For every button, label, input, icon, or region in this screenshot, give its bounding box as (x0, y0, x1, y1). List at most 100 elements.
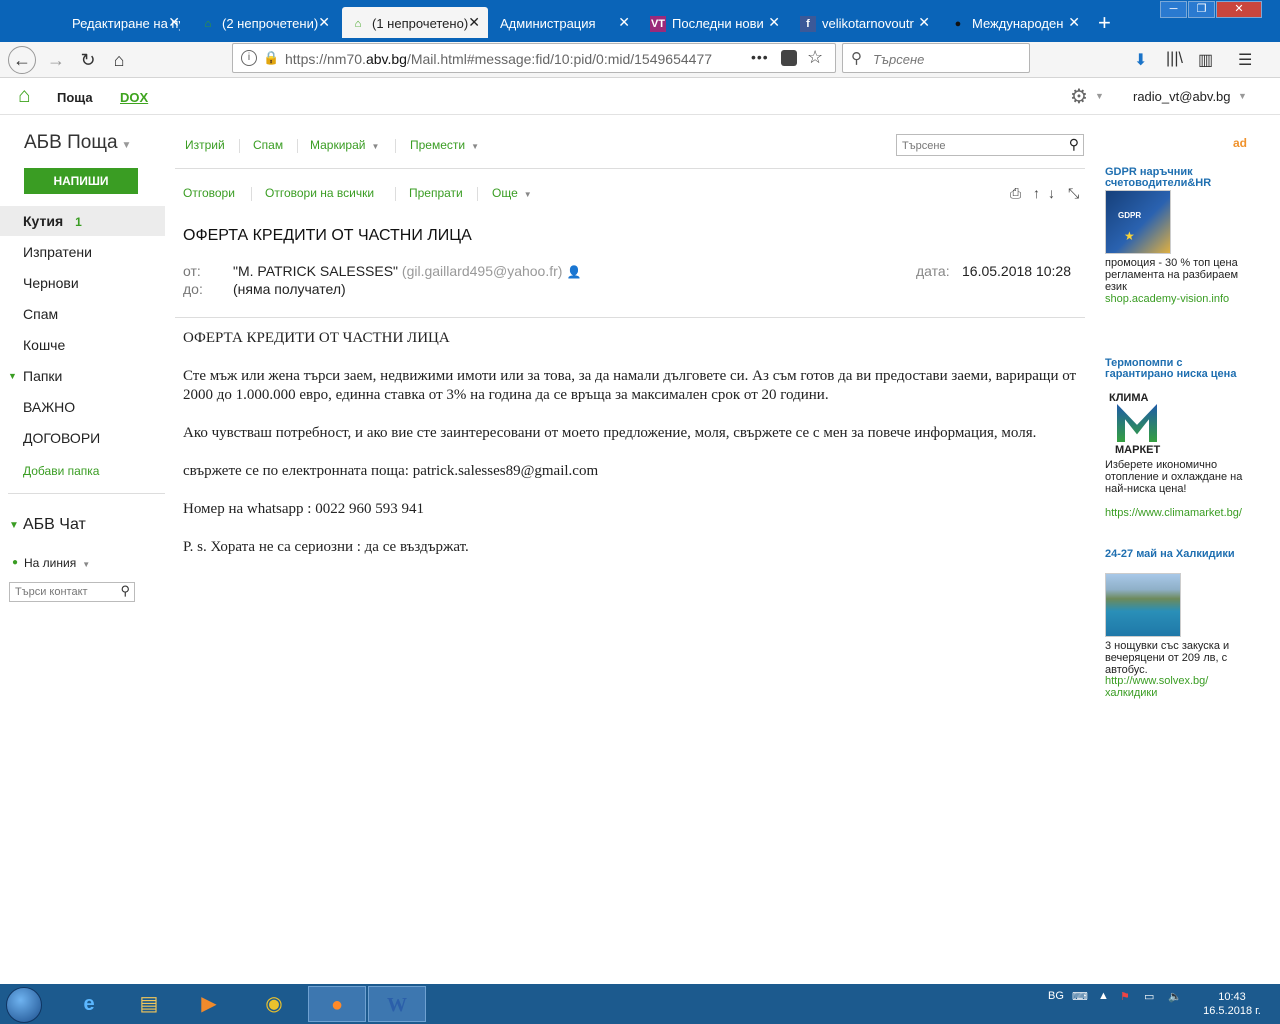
minimize-button[interactable]: ─ (1160, 1, 1187, 18)
search-icon[interactable]: ⚲ (120, 583, 130, 599)
move-dropdown[interactable]: Премести ▼ (410, 138, 479, 152)
url-bar[interactable]: i 🔒 https://nm70.abv.bg/Mail.html#messag… (232, 43, 836, 73)
download-icon[interactable]: ⬇ (1134, 50, 1147, 70)
new-tab-button[interactable]: + (1092, 7, 1122, 38)
dox-link[interactable]: DOX (120, 90, 148, 105)
search-icon[interactable]: ⚲ (1069, 136, 1079, 153)
tab-latest-news[interactable]: VT Последни нови ✕ (642, 7, 788, 38)
forward-button[interactable]: Препрати (409, 186, 463, 200)
ad-choices-icon[interactable]: ad (1233, 136, 1247, 150)
abv-chat-title[interactable]: АБВ Чат (23, 516, 86, 534)
mark-dropdown[interactable]: Маркирай ▼ (310, 138, 379, 152)
reply-all-button[interactable]: Отговори на всички (265, 186, 374, 200)
maximize-button[interactable]: ❐ (1188, 1, 1215, 18)
tab-close-icon[interactable]: ✕ (618, 7, 630, 38)
folder-spam[interactable]: Спам (0, 299, 165, 329)
system-clock[interactable]: 10:43 16.5.2018 г. (1194, 990, 1270, 1018)
tab-edit-publication[interactable]: Редактиране на пуб✕ (42, 7, 188, 38)
folder-sent[interactable]: Изпратени (0, 237, 165, 267)
ad-link[interactable]: https://www.climamarket.bg/ (1105, 507, 1245, 519)
ad-title[interactable]: Термопомпи с гарантирано ниска цена (1105, 358, 1245, 380)
ad-title[interactable]: GDPR наръчник счетоводители&HR (1105, 167, 1245, 189)
pocket-icon[interactable] (781, 50, 797, 66)
next-message-icon[interactable]: ↓ (1048, 185, 1055, 201)
tab-close-icon[interactable]: ✕ (918, 7, 930, 38)
internet-explorer-icon[interactable]: e (60, 986, 118, 1022)
info-icon[interactable]: i (241, 50, 257, 66)
divider (477, 187, 478, 201)
expand-triangle-icon[interactable]: ▼ (9, 520, 19, 531)
gear-icon[interactable]: ⚙ (1070, 84, 1088, 109)
gdpr-ad-image[interactable]: GDPR ★ (1105, 190, 1171, 254)
abv-mail-logo[interactable]: АБВ Поща ▼ (24, 132, 131, 154)
reply-button[interactable]: Отговори (183, 186, 235, 200)
folder-drafts[interactable]: Чернови (0, 268, 165, 298)
close-window-button[interactable]: ✕ (1216, 1, 1262, 18)
close-message-icon[interactable]: ⤡ (1068, 185, 1079, 202)
keyboard-icon[interactable]: ⌨ (1072, 990, 1088, 1003)
sidebar-icon[interactable]: ▥ (1198, 50, 1213, 70)
back-arrow-icon[interactable]: ← (8, 46, 36, 74)
tab-close-icon[interactable]: ✕ (318, 7, 330, 38)
tab-administration[interactable]: Администрация ✕ (492, 7, 638, 38)
reload-icon[interactable]: ↻ (74, 46, 102, 74)
user-account[interactable]: radio_vt@abv.bg (1133, 89, 1231, 104)
abv-home-icon[interactable]: ⌂ (18, 84, 31, 108)
chevron-down-icon[interactable]: ▼ (1238, 91, 1247, 101)
tab-close-icon[interactable]: ✕ (468, 7, 480, 38)
ad-link[interactable]: http://www.solvex.bg/халкидики (1105, 675, 1245, 699)
tab-international[interactable]: ● Международен ✕ (942, 7, 1088, 38)
volume-icon[interactable]: 🔈 (1168, 990, 1182, 1003)
bookmark-star-icon[interactable]: ☆ (807, 47, 823, 68)
browser-search-input[interactable]: ⚲ Търсене (842, 43, 1030, 73)
chevron-down-icon[interactable]: ▼ (1095, 91, 1104, 101)
klima-market-logo[interactable]: КЛИМА МАРКЕТ (1105, 392, 1161, 456)
tab-close-icon[interactable]: ✕ (768, 7, 780, 38)
chrome-icon[interactable]: ◉ (245, 986, 303, 1022)
folder-important[interactable]: ВАЖНО (0, 392, 165, 422)
tab-abv-1-unread[interactable]: ⌂ (1 непрочетено) ✕ (342, 7, 488, 38)
word-icon[interactable]: W (368, 986, 426, 1022)
expand-triangle-icon[interactable]: ▼ (8, 361, 17, 391)
tab-abv-2-unread[interactable]: ⌂ (2 непрочетени) ✕ (192, 7, 338, 38)
print-icon[interactable]: ⎙ (1010, 185, 1021, 202)
tab-facebook[interactable]: f velikotarnovoutr ✕ (792, 7, 938, 38)
lock-icon[interactable]: 🔒 (263, 50, 279, 66)
start-button[interactable] (6, 987, 42, 1023)
sender[interactable]: "M. PATRICK SALESSES" (gil.gaillard495@y… (233, 263, 581, 279)
show-hidden-icons[interactable]: ▲ (1098, 990, 1109, 1002)
action-center-icon[interactable]: ⚑ (1120, 990, 1130, 1003)
spam-button[interactable]: Спам (253, 138, 283, 152)
file-explorer-icon[interactable]: ▤ (120, 986, 178, 1022)
menu-icon[interactable]: ☰ (1238, 50, 1252, 70)
folder-contracts[interactable]: ДОГОВОРИ (0, 423, 165, 453)
media-player-icon[interactable]: ▶ (180, 986, 238, 1022)
ad-title[interactable]: 24-27 май на Халкидики (1105, 549, 1245, 560)
tab-close-icon[interactable]: ✕ (168, 7, 180, 38)
library-icon[interactable]: |||\ (1166, 50, 1183, 68)
tab-close-icon[interactable]: ✕ (1068, 7, 1080, 38)
contact-search-input[interactable]: Търси контакт ⚲ (9, 582, 135, 602)
online-status-select[interactable]: На линия ▼ (24, 556, 90, 570)
page-actions-icon[interactable]: ••• (751, 49, 769, 65)
more-dropdown[interactable]: Още ▼ (492, 186, 532, 200)
url-text[interactable]: https://nm70.abv.bg/Mail.html#message:fi… (285, 51, 735, 67)
previous-message-icon[interactable]: ↑ (1033, 185, 1040, 201)
folder-folders[interactable]: ▼ Папки (0, 361, 165, 391)
forward-arrow-icon[interactable]: → (42, 46, 70, 74)
mail-link[interactable]: Поща (57, 90, 93, 105)
delete-button[interactable]: Изтрий (185, 138, 225, 152)
ad-link[interactable]: shop.academy-vision.info (1105, 293, 1245, 305)
mail-search-input[interactable]: Търсене ⚲ (896, 134, 1084, 156)
folder-trash[interactable]: Кошче (0, 330, 165, 360)
home-icon[interactable]: ⌂ (105, 46, 133, 74)
firefox-icon[interactable]: ● (308, 986, 366, 1022)
klima-label: КЛИМА (1109, 392, 1149, 404)
add-folder-link[interactable]: Добави папка (23, 464, 99, 478)
network-icon[interactable]: ▭ (1144, 990, 1154, 1003)
add-contact-icon[interactable]: 👤 (566, 265, 581, 279)
halkidiki-beach-image[interactable] (1105, 573, 1181, 637)
compose-button[interactable]: НАПИШИ (24, 168, 138, 194)
folder-inbox[interactable]: Кутия 1 (0, 206, 165, 236)
language-indicator[interactable]: BG (1048, 990, 1064, 1002)
